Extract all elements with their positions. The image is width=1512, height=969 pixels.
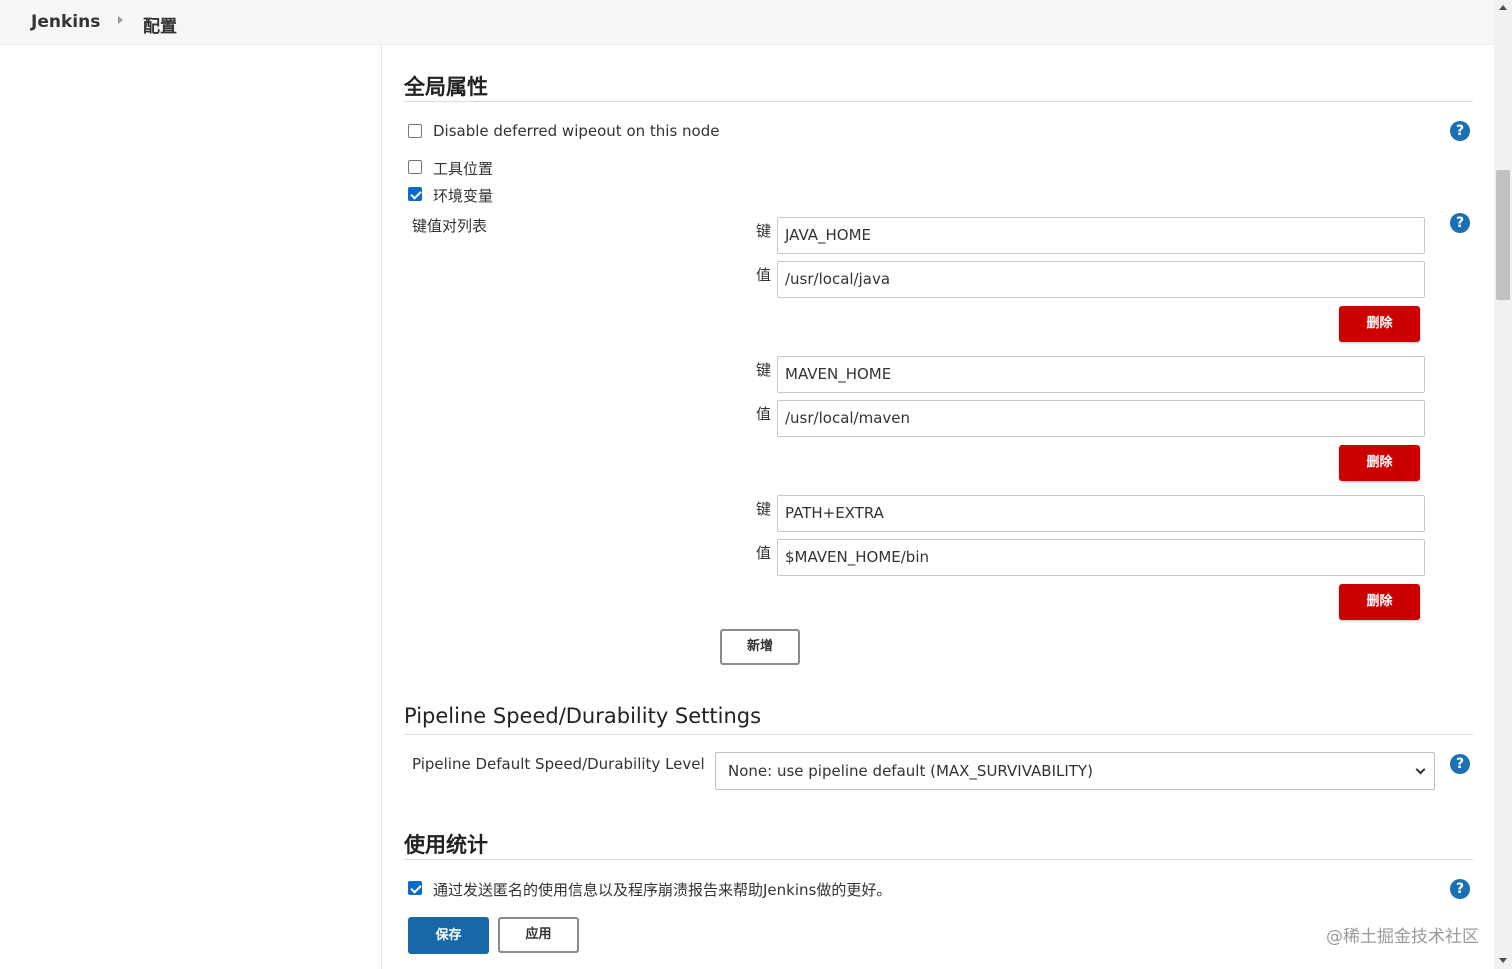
add-env-var-button[interactable]: 新增	[720, 629, 800, 665]
tool-locations-label: 工具位置	[433, 160, 494, 178]
help-icon[interactable]: ?	[1450, 213, 1470, 233]
value-label: 值	[756, 405, 772, 423]
breadcrumb-current-page: 配置	[143, 17, 177, 37]
section-title-pipeline: Pipeline Speed/Durability Settings	[404, 704, 762, 728]
scroll-up-arrow-icon[interactable]	[1499, 5, 1507, 10]
disable-wipeout-label: Disable deferred wipeout on this node	[433, 122, 720, 140]
durability-level-select[interactable]: None: use pipeline default (MAX_SURVIVAB…	[715, 752, 1435, 790]
key-value-list-label: 键值对列表	[412, 217, 488, 235]
value-label: 值	[756, 544, 772, 562]
delete-button[interactable]: 删除	[1339, 306, 1420, 342]
durability-level-value: None: use pipeline default (MAX_SURVIVAB…	[728, 762, 1093, 780]
key-label: 键	[756, 500, 772, 518]
save-button[interactable]: 保存	[408, 917, 489, 954]
usage-stats-label: 通过发送匿名的使用信息以及程序崩溃报告来帮助Jenkins做的更好。	[433, 881, 892, 899]
env-value-input[interactable]: /usr/local/java	[777, 261, 1425, 298]
key-label: 键	[756, 222, 772, 240]
chevron-down-icon	[1415, 764, 1426, 775]
env-vars-label: 环境变量	[433, 187, 494, 205]
section-divider	[404, 859, 1473, 860]
section-title-usage: 使用统计	[404, 833, 488, 857]
tool-locations-checkbox[interactable]	[408, 160, 422, 174]
key-label: 键	[756, 361, 772, 379]
section-divider	[404, 101, 1473, 102]
env-key-input[interactable]: MAVEN_HOME	[777, 356, 1425, 393]
env-value-input[interactable]: /usr/local/maven	[777, 400, 1425, 437]
env-vars-checkbox[interactable]	[408, 187, 422, 201]
scrollbar-track[interactable]	[1494, 0, 1512, 969]
breadcrumb-jenkins-link[interactable]: Jenkins	[31, 12, 100, 32]
disable-wipeout-checkbox[interactable]	[408, 124, 422, 138]
env-key-input[interactable]: JAVA_HOME	[777, 217, 1425, 254]
durability-level-label: Pipeline Default Speed/Durability Level	[412, 755, 705, 773]
help-icon[interactable]: ?	[1450, 121, 1470, 141]
env-value-input[interactable]: $MAVEN_HOME/bin	[777, 539, 1425, 576]
sidebar	[0, 45, 382, 969]
breadcrumb-chevron-icon	[118, 16, 123, 24]
apply-button[interactable]: 应用	[498, 917, 579, 953]
help-icon[interactable]: ?	[1450, 754, 1470, 774]
value-label: 值	[756, 266, 772, 284]
usage-stats-checkbox[interactable]	[408, 881, 422, 895]
delete-button[interactable]: 删除	[1339, 445, 1420, 481]
help-icon[interactable]: ?	[1450, 879, 1470, 899]
scrollbar-thumb[interactable]	[1496, 170, 1510, 300]
watermark: @稀土掘金技术社区	[1326, 927, 1479, 947]
section-divider	[404, 734, 1473, 735]
section-title-global-properties: 全局属性	[404, 75, 488, 99]
delete-button[interactable]: 删除	[1339, 584, 1420, 620]
env-key-input[interactable]: PATH+EXTRA	[777, 495, 1425, 532]
scroll-down-arrow-icon[interactable]	[1499, 958, 1507, 963]
breadcrumb-bar: Jenkins 配置	[0, 0, 1494, 45]
